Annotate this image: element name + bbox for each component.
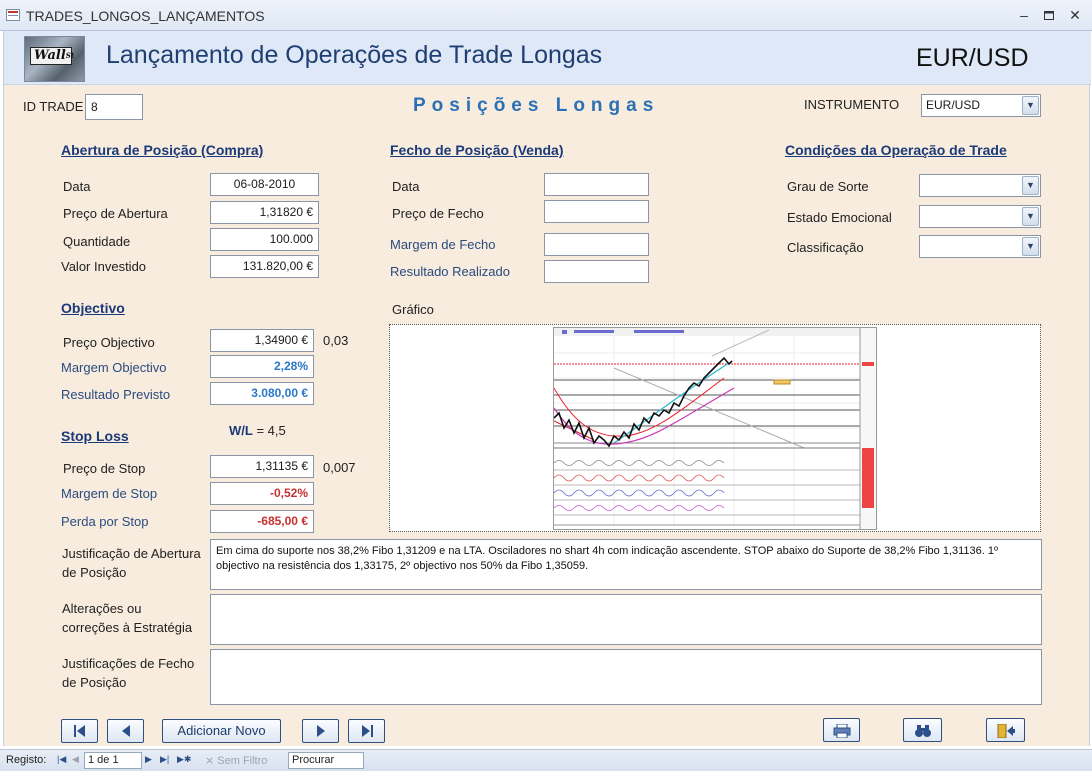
- close-justification-field[interactable]: [210, 649, 1042, 705]
- closing-section-title: Fecho de Posição (Venda): [390, 142, 564, 158]
- chevron-down-icon[interactable]: ▼: [1022, 176, 1039, 195]
- stop-price-diff: 0,007: [323, 460, 356, 475]
- luck-select[interactable]: ▼: [919, 174, 1041, 197]
- stop-margin-label: Margem de Stop: [61, 486, 158, 501]
- first-record-icon: [73, 725, 85, 737]
- positions-subtitle: Posições Longas: [413, 95, 660, 116]
- chevron-down-icon[interactable]: ▼: [1022, 237, 1039, 256]
- emotion-select[interactable]: ▼: [919, 205, 1041, 228]
- restore-button[interactable]: [1038, 6, 1060, 24]
- close-button[interactable]: ✕: [1064, 6, 1086, 24]
- emotion-label: Estado Emocional: [787, 210, 892, 225]
- win-loss-ratio: W/L = 4,5: [229, 423, 286, 438]
- rating-label: Classificação: [787, 240, 864, 255]
- id-trade-label: ID TRADE: [23, 99, 84, 114]
- nav-first-icon[interactable]: |◀: [57, 754, 66, 765]
- exit-door-icon: [997, 724, 1015, 738]
- closing-margin-field[interactable]: [544, 233, 649, 256]
- chevron-down-icon[interactable]: ▼: [1022, 207, 1039, 226]
- realized-result-label: Resultado Realizado: [390, 264, 510, 279]
- find-button[interactable]: [903, 718, 942, 742]
- quantity-field[interactable]: 100.000: [210, 228, 319, 251]
- quantity-label: Quantidade: [63, 234, 131, 249]
- opening-price-field[interactable]: 1,31820 €: [210, 201, 319, 224]
- luck-label: Grau de Sorte: [787, 179, 869, 194]
- stop-loss-field[interactable]: -685,00 €: [210, 510, 314, 533]
- chart-frame[interactable]: [389, 324, 1041, 532]
- objective-price-diff: 0,03: [323, 333, 349, 348]
- nav-next-icon[interactable]: ▶: [145, 754, 152, 765]
- opening-date-field[interactable]: 06-08-2010: [210, 173, 319, 196]
- next-icon: [316, 725, 325, 737]
- chart-label: Gráfico: [392, 302, 434, 317]
- form-icon: [6, 9, 20, 21]
- binoculars-icon: [914, 725, 931, 737]
- objective-section-title: Objectivo: [61, 300, 125, 316]
- filter-icon: ⨯: [205, 755, 215, 767]
- last-record-icon: [361, 725, 373, 737]
- previous-record-button[interactable]: [107, 719, 144, 743]
- close-form-button[interactable]: [986, 718, 1025, 742]
- first-record-button[interactable]: [61, 719, 98, 743]
- instrument-label: INSTRUMENTO: [804, 97, 900, 112]
- stop-margin-field[interactable]: -0,52%: [210, 482, 314, 505]
- nav-last-icon[interactable]: ▶|: [160, 754, 169, 765]
- opening-section-title: Abertura de Posição (Compra): [61, 142, 264, 158]
- form-title: Lançamento de Operações de Trade Longas: [106, 41, 603, 69]
- previous-icon: [121, 725, 130, 737]
- instrument-select[interactable]: EUR/USD ▼: [921, 94, 1041, 117]
- objective-price-field[interactable]: 1,34900 €: [210, 329, 314, 352]
- conditions-section-title: Condições da Operação de Trade: [785, 142, 1007, 158]
- header-instrument: EUR/USD: [916, 44, 1029, 72]
- open-justification-field[interactable]: Em cima do suporte nos 38,2% Fibo 1,3120…: [210, 539, 1042, 590]
- restore-icon: [1044, 11, 1054, 20]
- price-chart-image: [553, 327, 877, 530]
- form-body: WallSt Lançamento de Operações de Trade …: [3, 31, 1091, 746]
- next-record-button[interactable]: [302, 719, 339, 743]
- record-navigation-bar: Registo: |◀ ◀ 1 de 1 ▶ ▶| ▶✱ ⨯ Sem Filtr…: [0, 749, 1092, 771]
- closing-date-field[interactable]: [544, 173, 649, 196]
- window-title: TRADES_LONGOS_LANÇAMENTOS: [26, 8, 265, 24]
- last-record-button[interactable]: [348, 719, 385, 743]
- record-position-field[interactable]: 1 de 1: [84, 752, 142, 769]
- expected-result-label: Resultado Previsto: [61, 387, 171, 402]
- nav-prev-icon[interactable]: ◀: [72, 754, 79, 765]
- objective-margin-field[interactable]: 2,28%: [210, 355, 314, 378]
- close-justification-label: Justificações de Fecho de Posição: [62, 656, 195, 690]
- no-filter-button[interactable]: ⨯ Sem Filtro: [205, 754, 267, 767]
- nav-new-icon[interactable]: ▶✱: [177, 754, 191, 765]
- invested-field[interactable]: 131.820,00 €: [210, 255, 319, 278]
- expected-result-field[interactable]: 3.080,00 €: [210, 382, 314, 405]
- strategy-changes-field[interactable]: [210, 594, 1042, 645]
- closing-price-label: Preço de Fecho: [392, 206, 484, 221]
- opening-date-label: Data: [63, 179, 91, 194]
- objective-margin-label: Margem Objectivo: [61, 360, 167, 375]
- wall-street-logo: WallSt: [24, 36, 85, 82]
- minimize-button[interactable]: –: [1013, 6, 1035, 24]
- printer-icon: [833, 724, 850, 738]
- print-button[interactable]: [823, 718, 860, 742]
- closing-margin-label: Margem de Fecho: [390, 237, 496, 252]
- stop-price-label: Preço de Stop: [63, 461, 146, 476]
- stop-section-title: Stop Loss: [61, 428, 129, 444]
- invested-label: Valor Investido: [61, 259, 147, 274]
- closing-date-label: Data: [392, 179, 420, 194]
- form-header: WallSt Lançamento de Operações de Trade …: [4, 31, 1091, 85]
- chevron-down-icon[interactable]: ▼: [1022, 96, 1039, 115]
- open-justification-label: Justificação de Abertura de Posição: [62, 546, 201, 580]
- closing-price-field[interactable]: [544, 200, 649, 223]
- stop-price-field[interactable]: 1,31135 €: [210, 455, 314, 478]
- realized-result-field[interactable]: [544, 260, 649, 283]
- search-input[interactable]: Procurar: [288, 752, 364, 769]
- window-titlebar: TRADES_LONGOS_LANÇAMENTOS – ✕: [0, 0, 1092, 31]
- id-trade-field[interactable]: 8: [85, 94, 143, 120]
- objective-price-label: Preço Objectivo: [63, 335, 155, 350]
- opening-price-label: Preço de Abertura: [63, 206, 168, 221]
- add-new-button[interactable]: Adicionar Novo: [162, 719, 281, 743]
- record-label: Registo:: [6, 754, 47, 766]
- stop-loss-label: Perda por Stop: [61, 514, 149, 529]
- rating-select[interactable]: ▼: [919, 235, 1041, 258]
- strategy-changes-label: Alterações ou correções à Estratégia: [62, 601, 193, 635]
